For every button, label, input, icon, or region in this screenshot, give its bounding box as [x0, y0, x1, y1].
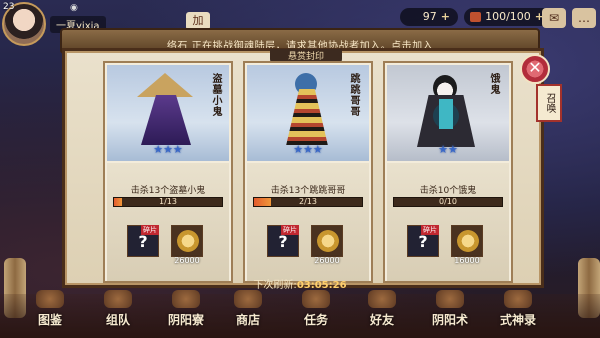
- coin-reward[interactable]: 16000: [451, 225, 483, 265]
- game-screen: 23 ◉ 一夏yixia 加 97 + 100/100 + ✉ … 络石 正在挑…: [0, 0, 600, 338]
- bounty-card[interactable]: 饿鬼 ★★ 击杀10个饿鬼 0/10 ? 碎片 16000: [383, 61, 513, 283]
- star-rating: ★★★: [247, 143, 369, 156]
- coin-icon: [317, 230, 339, 252]
- task-text: 击杀13个跳跳哥哥: [270, 186, 346, 196]
- progress-text: 0/10: [439, 197, 457, 206]
- coin-icon: [177, 230, 199, 252]
- coin-count: 26000: [314, 256, 340, 265]
- coin-icon: [457, 230, 479, 252]
- task-text: 击杀13个盗墓小鬼: [130, 186, 206, 196]
- monster-name: 饿鬼: [488, 73, 499, 95]
- card-details: 击杀13个盗墓小鬼 1/13 ? 碎片 26000: [107, 163, 229, 281]
- fragment-reward[interactable]: ? 碎片: [127, 225, 159, 257]
- fragment-tag: 碎片: [421, 225, 439, 235]
- progress-text: 1/13: [159, 197, 177, 206]
- mail-icon[interactable]: ✉: [542, 8, 566, 28]
- card-details: 击杀10个饿鬼 0/10 ? 碎片 16000: [387, 163, 509, 281]
- star-icons: ★★★: [293, 143, 323, 156]
- fragment-tag: 碎片: [281, 225, 299, 235]
- monster-portrait: 跳跳哥哥 ★★★: [247, 65, 369, 161]
- nav-item-team[interactable]: 组队: [86, 290, 150, 334]
- scarf-shape: [439, 99, 453, 129]
- nav-item-tasks[interactable]: 任务: [284, 290, 348, 334]
- bounty-card[interactable]: 跳跳哥哥 ★★★ 击杀13个跳跳哥哥 2/13 ? 碎片 26000: [243, 61, 373, 283]
- robe-shape: [141, 95, 191, 145]
- ticket-icon: [470, 12, 482, 22]
- coin-count: 26000: [174, 256, 200, 265]
- bottom-nav: 图鉴 组队 阴阳寮 商店 任务 好友 阴阳术 式神录: [0, 290, 600, 338]
- nav-item-shikigami[interactable]: 式神录: [486, 290, 550, 334]
- star-rating: ★★★: [107, 143, 229, 156]
- resource-bar: 97 + 100/100 + ✉ …: [400, 4, 600, 28]
- monster-name: 跳跳哥哥: [348, 73, 359, 117]
- monster-portrait: 盗墓小鬼 ★★★: [107, 65, 229, 161]
- card-details: 击杀13个跳跳哥哥 2/13 ? 碎片 26000: [247, 163, 369, 281]
- task-text: 击杀10个饿鬼: [419, 186, 477, 196]
- plus-icon[interactable]: +: [441, 8, 450, 26]
- nav-item-handbook[interactable]: 图鉴: [18, 290, 82, 334]
- bounty-card[interactable]: 盗墓小鬼 ★★★ 击杀13个盗墓小鬼 1/13 ? 碎片 26000: [103, 61, 233, 283]
- monster-name: 盗墓小鬼: [210, 73, 221, 117]
- nav-item-friends[interactable]: 好友: [350, 290, 414, 334]
- coin-value: 97: [422, 10, 437, 23]
- star-rating: ★★: [387, 143, 509, 156]
- bounty-panel: 悬赏封印 盗墓小鬼 ★★★ 击杀13个盗墓小鬼 1/13 ? 碎片 26000 …: [62, 48, 544, 288]
- ticket-value: 100/100: [485, 10, 531, 23]
- fragment-tag: 碎片: [141, 225, 159, 235]
- straw-hat-shape: [137, 73, 193, 97]
- refresh-timer: 下次刷新:03:05:26: [240, 276, 360, 291]
- fragment-reward[interactable]: ? 碎片: [267, 225, 299, 257]
- refresh-label: 下次刷新:: [253, 280, 297, 291]
- monster-portrait: 饿鬼 ★★: [387, 65, 509, 161]
- coin-reward[interactable]: 26000: [171, 225, 203, 265]
- coin-counter[interactable]: 97 +: [400, 8, 458, 26]
- summon-button[interactable]: 召唤: [536, 84, 562, 122]
- robe-shape: [286, 89, 328, 145]
- coin-count: 16000: [454, 256, 480, 265]
- progress-text: 2/13: [299, 197, 317, 206]
- wifi-icon: ◉: [70, 3, 78, 13]
- progress-bar: 1/13: [113, 197, 223, 207]
- ticket-counter[interactable]: 100/100 +: [464, 8, 552, 26]
- nav-item-spells[interactable]: 阴阳术: [418, 290, 482, 334]
- coin-reward[interactable]: 26000: [311, 225, 343, 265]
- progress-bar: 2/13: [253, 197, 363, 207]
- progress-bar: 0/10: [393, 197, 503, 207]
- player-level: 23: [3, 2, 15, 12]
- nav-item-shop[interactable]: 商店: [216, 290, 280, 334]
- close-icon[interactable]: ✕: [520, 54, 550, 84]
- star-icons: ★★: [438, 143, 458, 156]
- fragment-reward[interactable]: ? 碎片: [407, 225, 439, 257]
- star-icons: ★★★: [153, 143, 183, 156]
- nav-item-guild[interactable]: 阴阳寮: [154, 290, 218, 334]
- chat-icon[interactable]: …: [572, 8, 596, 28]
